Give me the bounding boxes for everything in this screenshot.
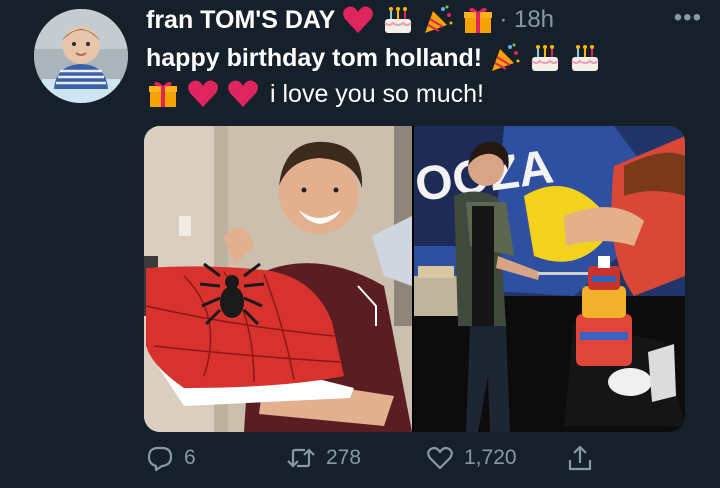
- red-heart-icon: [186, 77, 220, 111]
- birthday-cake-icon: [568, 41, 602, 75]
- tweet-text-line-1: happy birthday tom holland!: [146, 40, 602, 76]
- more-options-icon[interactable]: •••: [674, 6, 702, 30]
- tweet-media: OOZA: [144, 126, 685, 432]
- tweet: ••• fran TOM'S DAY · 18h happy birthday …: [0, 0, 720, 488]
- tweet-text: happy birthday tom holland!: [146, 43, 483, 72]
- tweet-header: fran TOM'S DAY · 18h: [146, 2, 554, 38]
- red-heart-icon: [226, 77, 260, 111]
- reply-icon: [147, 446, 173, 472]
- wrapped-gift-icon: [146, 77, 180, 111]
- birthday-cake-icon: [381, 3, 415, 37]
- tweet-text-line-2: i love you so much!: [146, 76, 484, 112]
- heart-outline-icon: [427, 446, 453, 470]
- retweet-button[interactable]: 278: [286, 444, 361, 472]
- photo-cake-spider[interactable]: [144, 126, 412, 432]
- like-button[interactable]: 1,720: [426, 444, 517, 472]
- wrapped-gift-icon: [461, 3, 495, 37]
- tweet-timestamp[interactable]: · 18h: [499, 6, 554, 34]
- retweet-count: 278: [326, 446, 362, 469]
- tweet-actions: 6 278 1,720: [146, 444, 606, 480]
- tweet-text: i love you so much!: [270, 79, 484, 108]
- avatar[interactable]: [34, 9, 128, 103]
- red-heart-icon: [341, 3, 375, 37]
- reply-button[interactable]: 6: [146, 444, 196, 472]
- share-button[interactable]: [566, 444, 594, 472]
- retweet-icon: [287, 448, 315, 468]
- reply-count: 6: [184, 446, 196, 469]
- birthday-cake-icon: [528, 41, 562, 75]
- display-name[interactable]: fran TOM'S DAY: [146, 6, 335, 35]
- party-popper-icon: [421, 3, 455, 37]
- like-count: 1,720: [464, 446, 517, 469]
- photo-cake-cutting[interactable]: OOZA: [414, 126, 685, 432]
- party-popper-icon: [488, 41, 522, 75]
- share-icon: [568, 445, 592, 471]
